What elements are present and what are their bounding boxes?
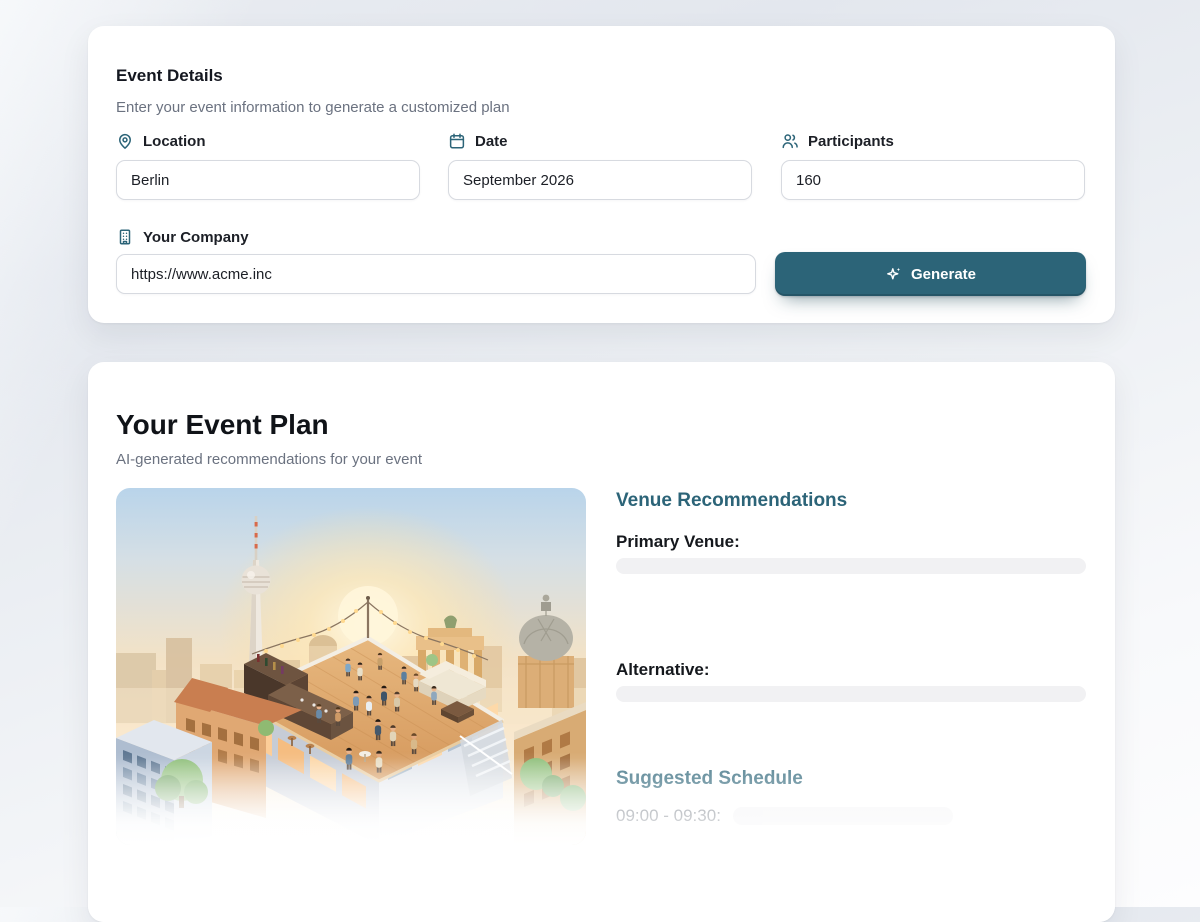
location-label: Location [116,132,206,150]
company-label: Your Company [116,228,249,246]
alternative-venue-skeleton [616,686,1086,702]
schedule-slot-skeleton [733,807,953,825]
event-details-card: Event Details Enter your event informati… [88,26,1115,323]
users-icon [781,132,799,150]
event-details-title: Event Details [116,66,223,86]
primary-venue-label: Primary Venue: [616,532,1086,552]
primary-venue-skeleton [616,558,1086,574]
sparkles-icon [885,266,902,283]
map-pin-icon [116,132,134,150]
date-input[interactable] [448,160,752,200]
schedule-slot-time: 09:00 - 09:30: [616,806,721,826]
event-plan-subtitle: AI-generated recommendations for your ev… [116,451,422,468]
event-details-subtitle: Enter your event information to generate… [116,99,510,116]
event-plan-title: Your Event Plan [116,409,329,441]
generate-button[interactable]: Generate [775,252,1086,296]
calendar-icon [448,132,466,150]
schedule-slot-row: 09:00 - 09:30: [616,806,953,826]
participants-input[interactable] [781,160,1085,200]
alternative-venue-label: Alternative: [616,660,1086,680]
suggested-schedule-heading: Suggested Schedule [616,768,1086,790]
company-url-input[interactable] [116,254,756,294]
berlin-rooftop-illustration [116,488,586,845]
building-icon [116,228,134,246]
location-input[interactable] [116,160,420,200]
venue-recommendations-heading: Venue Recommendations [616,490,1086,512]
date-label: Date [448,132,508,150]
event-plan-card: Your Event Plan AI-generated recommendat… [88,362,1115,922]
participants-label: Participants [781,132,894,150]
